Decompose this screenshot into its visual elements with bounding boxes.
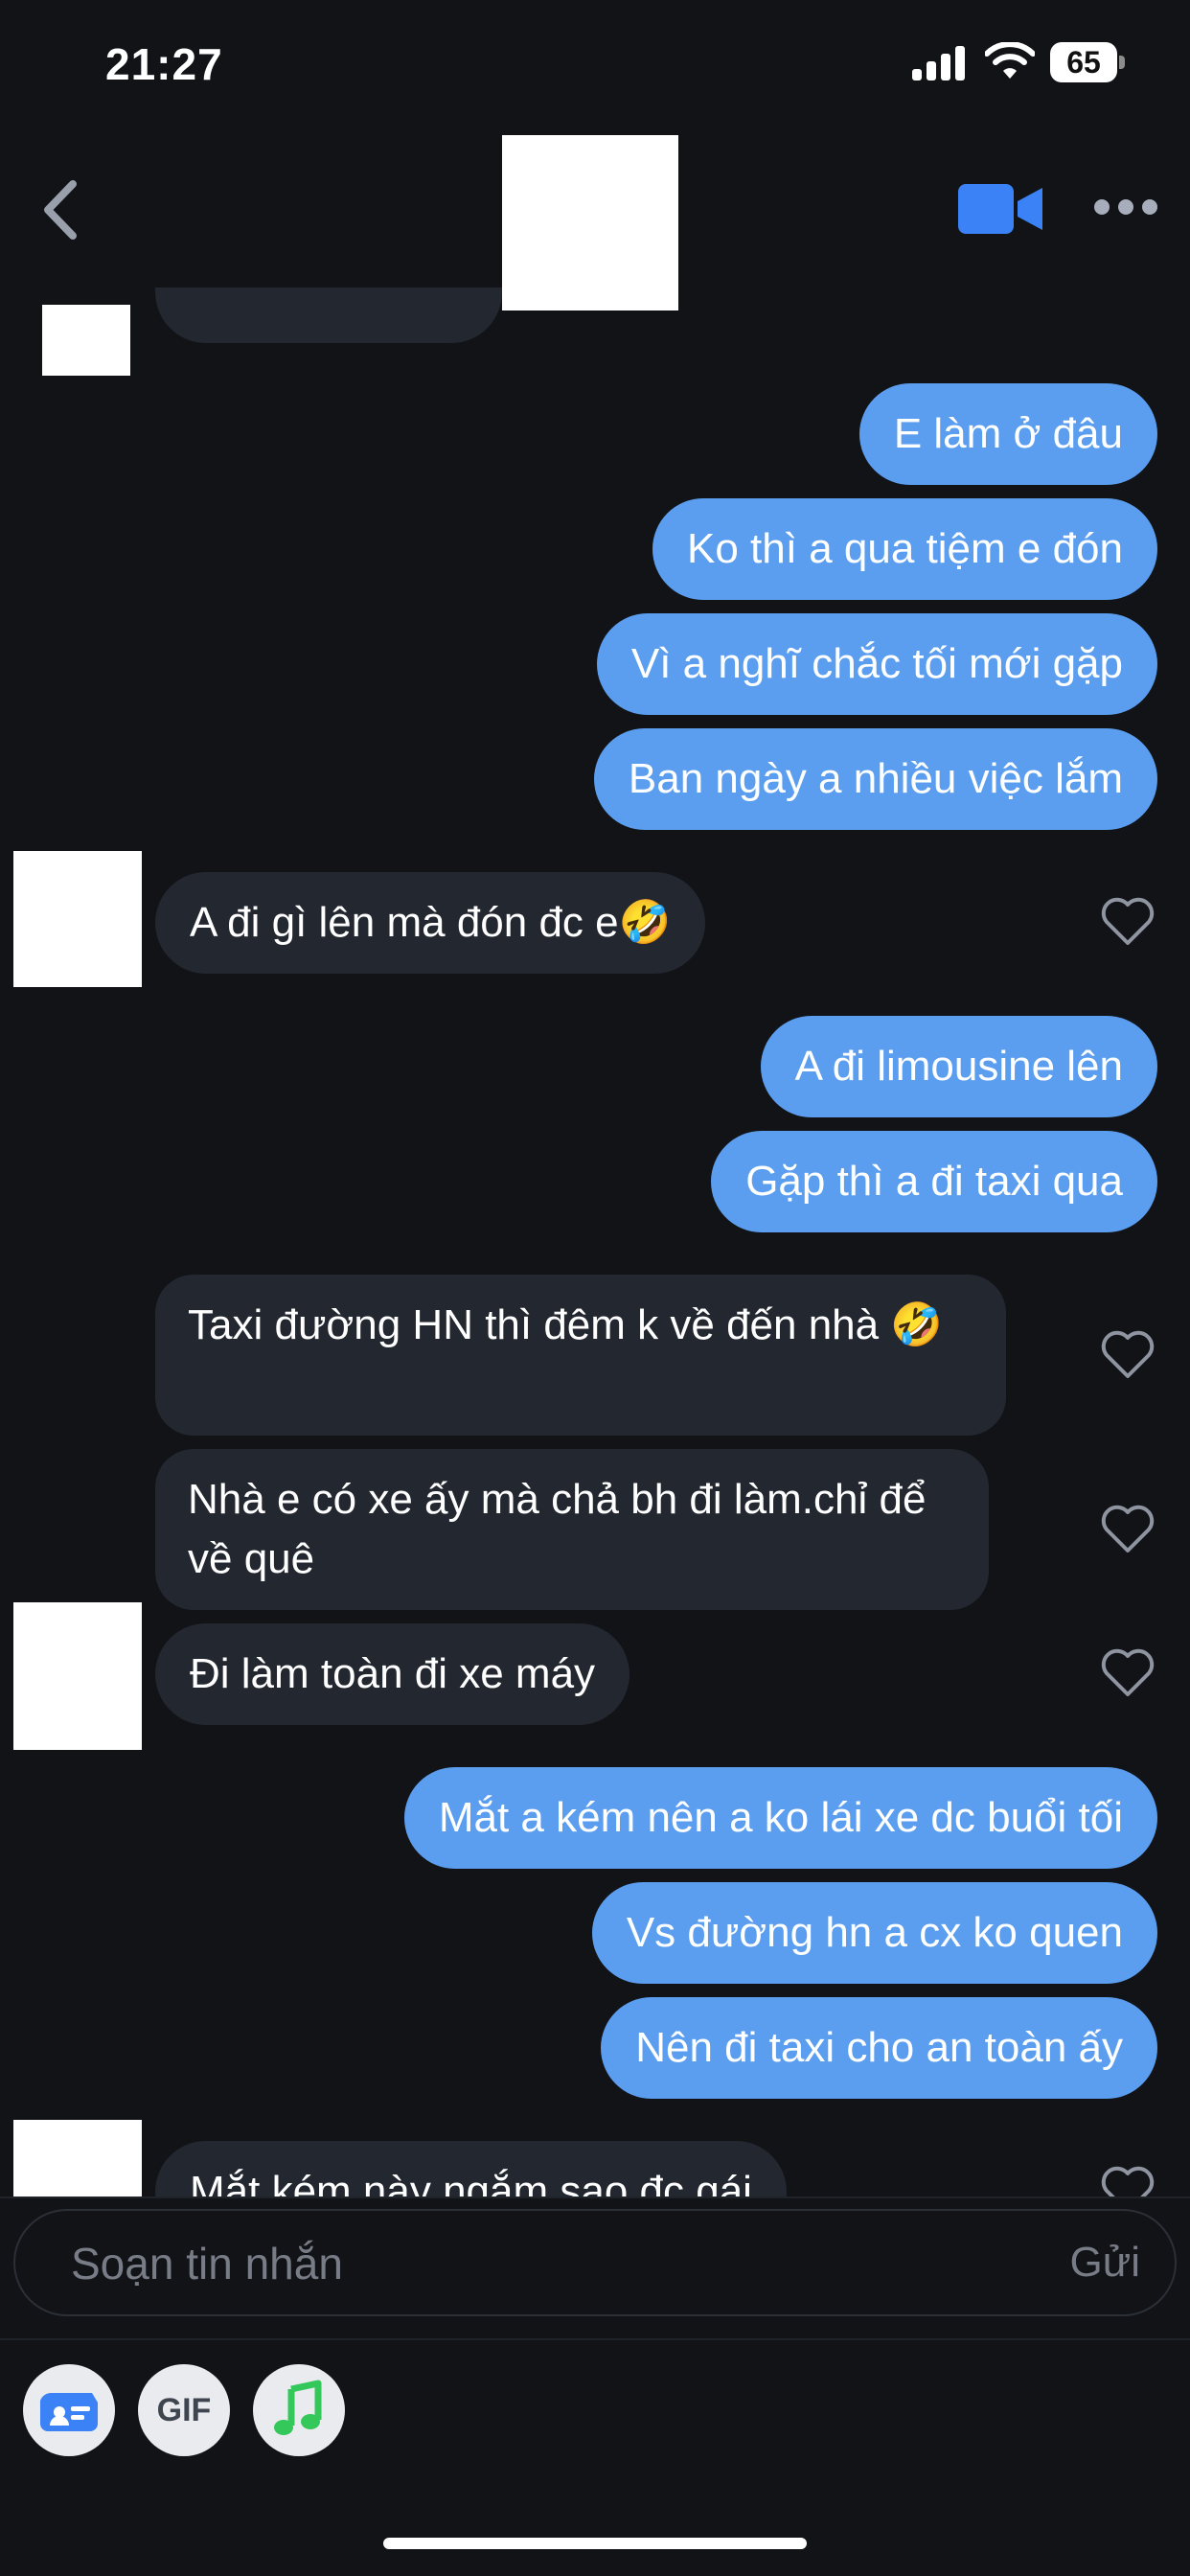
battery-level: 65 <box>1050 42 1117 82</box>
heart-icon[interactable] <box>1100 1330 1156 1380</box>
incoming-message[interactable]: A đi gì lên mà đón đc e🤣 <box>155 872 706 974</box>
video-camera-icon[interactable] <box>958 184 1042 234</box>
message-composer: Gửi <box>13 2209 1177 2316</box>
gif-button[interactable]: GIF <box>138 2364 230 2456</box>
heart-icon[interactable] <box>1100 897 1156 947</box>
message-bubble-partial <box>155 288 502 343</box>
more-options-icon[interactable] <box>1094 199 1157 218</box>
send-button[interactable]: Gửi <box>1070 2211 1140 2314</box>
message-list[interactable]: E làm ở đâu Ko thì a qua tiệm e đón Vì a… <box>0 288 1190 2196</box>
back-icon[interactable] <box>38 176 86 243</box>
outgoing-message[interactable]: Vs đường hn a cx ko quen <box>591 1882 1157 1984</box>
battery-icon: 65 <box>1050 42 1127 82</box>
divider <box>0 2338 1190 2340</box>
divider <box>0 2196 1190 2198</box>
music-button[interactable] <box>253 2364 345 2456</box>
cellular-signal-icon <box>912 46 966 80</box>
avatar <box>13 1602 142 1750</box>
outgoing-message[interactable]: A đi limousine lên <box>760 1016 1157 1117</box>
profile-photo[interactable] <box>502 135 678 310</box>
avatar <box>42 305 130 376</box>
outgoing-message[interactable]: Nên đi taxi cho an toàn ấy <box>601 1997 1157 2099</box>
heart-icon[interactable] <box>1100 1505 1156 1554</box>
outgoing-message[interactable]: Ban ngày a nhiều việc lắm <box>593 728 1157 830</box>
incoming-message[interactable]: Nhà e có xe ấy mà chả bh đi làm.chỉ để v… <box>155 1449 989 1610</box>
outgoing-message[interactable]: Vì a nghĩ chắc tối mới gặp <box>596 613 1157 715</box>
wifi-icon <box>984 41 1036 80</box>
outgoing-message[interactable]: Ko thì a qua tiệm e đón <box>652 498 1157 600</box>
avatar <box>13 2120 142 2196</box>
home-indicator <box>383 2538 807 2549</box>
contact-card-icon <box>40 2392 98 2431</box>
incoming-message[interactable]: Taxi đường HN thì đêm k về đến nhà 🤣 <box>155 1275 1006 1436</box>
status-time: 21:27 <box>105 39 223 89</box>
music-note-icon <box>274 2380 322 2435</box>
avatar <box>13 851 142 987</box>
message-input[interactable] <box>69 2211 935 2316</box>
outgoing-message[interactable]: Mắt a kém nên a ko lái xe dc buổi tối <box>403 1767 1157 1869</box>
incoming-message[interactable]: Mắt kém này ngắm sao đc gái <box>155 2141 787 2196</box>
heart-icon[interactable] <box>1100 2166 1156 2196</box>
incoming-message[interactable]: Đi làm toàn đi xe máy <box>155 1623 630 1725</box>
outgoing-message[interactable]: E làm ở đâu <box>858 383 1157 485</box>
heart-icon[interactable] <box>1100 1648 1156 1698</box>
outgoing-message[interactable]: Gặp thì a đi taxi qua <box>711 1131 1157 1232</box>
gif-label: GIF <box>156 2392 212 2428</box>
contact-card-button[interactable] <box>23 2364 115 2456</box>
